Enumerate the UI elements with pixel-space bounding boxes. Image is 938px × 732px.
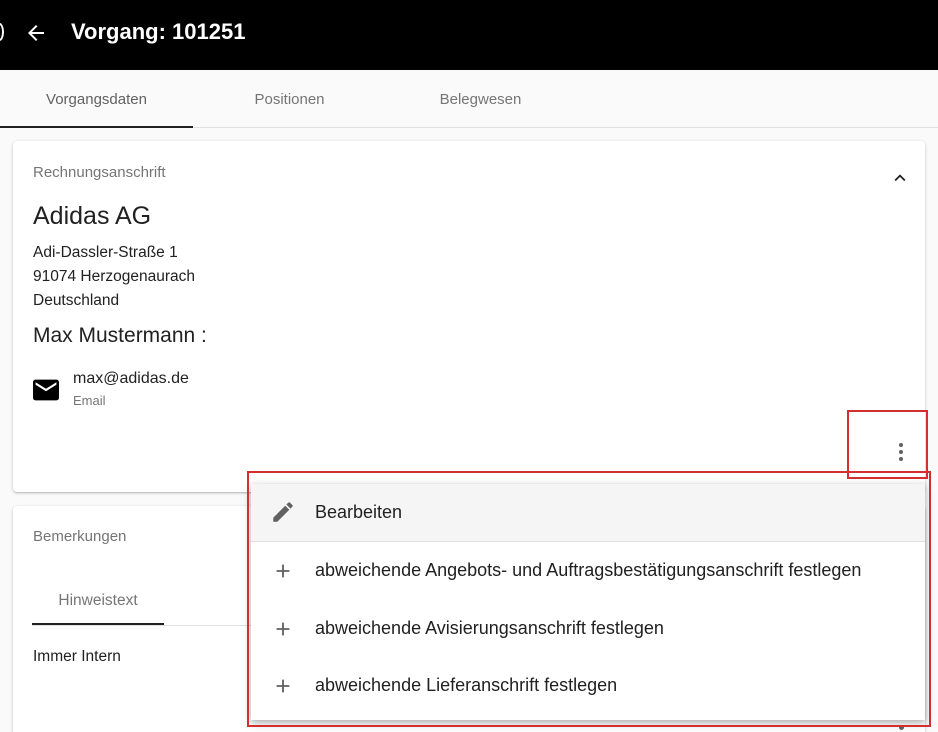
plus-icon bbox=[270, 673, 296, 699]
chevron-up-icon bbox=[894, 174, 906, 182]
back-button[interactable] bbox=[18, 15, 54, 51]
address-street: Adi-Dassler-Straße 1 bbox=[33, 244, 178, 261]
partial-icon bbox=[0, 23, 4, 41]
billing-address-label: Rechnungsanschrift bbox=[33, 164, 166, 181]
tab-vorgangsdaten[interactable]: Vorgangsdaten bbox=[0, 70, 193, 128]
mail-icon bbox=[33, 379, 59, 401]
address-country: Deutschland bbox=[33, 292, 120, 309]
tab-positionen[interactable]: Positionen bbox=[193, 70, 386, 128]
plus-icon bbox=[270, 558, 296, 584]
menu-item-label: abweichende Angebots- und Auftragsbestät… bbox=[315, 560, 862, 580]
company-name: Adidas AG bbox=[33, 202, 152, 230]
collapse-button[interactable] bbox=[889, 167, 911, 189]
email-value[interactable]: max@adidas.de bbox=[73, 370, 189, 388]
context-menu: Bearbeiten abweichende Angebots- und Auf… bbox=[251, 484, 925, 720]
more-options-button[interactable] bbox=[885, 438, 917, 466]
menu-item-bearbeiten[interactable]: Bearbeiten bbox=[251, 484, 925, 541]
more-vert-icon bbox=[899, 443, 903, 461]
contact-name: Max Mustermann : bbox=[33, 324, 207, 347]
inner-tab-indicator bbox=[32, 623, 164, 625]
tab-belegwesen[interactable]: Belegwesen bbox=[386, 70, 575, 128]
remark-text: Immer Intern bbox=[33, 648, 121, 665]
plus-icon bbox=[270, 616, 296, 642]
menu-item-label: abweichende Avisierungsanschrift festleg… bbox=[315, 618, 664, 638]
address-city: 91074 Herzogenaurach bbox=[33, 268, 196, 285]
menu-item-avisierungs-anschrift[interactable]: abweichende Avisierungsanschrift festleg… bbox=[251, 600, 925, 657]
billing-address-card: Rechnungsanschrift Adidas AG Adi-Dassler… bbox=[13, 141, 925, 492]
pencil-icon bbox=[270, 499, 296, 525]
menu-item-label: abweichende Lieferanschrift festlegen bbox=[315, 675, 618, 695]
tab-hinweistext[interactable]: Hinweistext bbox=[33, 578, 163, 624]
email-label: Email bbox=[73, 393, 106, 408]
menu-item-angebots-anschrift[interactable]: abweichende Angebots- und Auftragsbestät… bbox=[251, 542, 925, 600]
menu-item-liefer-anschrift[interactable]: abweichende Lieferanschrift festlegen bbox=[251, 657, 925, 714]
app-bar: Vorgang: 101251 bbox=[0, 0, 938, 70]
arrow-back-icon bbox=[28, 25, 44, 41]
remarks-label: Bemerkungen bbox=[33, 528, 127, 545]
page-title: Vorgang: 101251 bbox=[71, 19, 246, 44]
tab-bar: Vorgangsdaten Positionen Belegwesen bbox=[0, 70, 938, 128]
menu-item-label: Bearbeiten bbox=[315, 502, 403, 522]
more-vert-icon-partial bbox=[899, 725, 904, 730]
tab-indicator bbox=[0, 126, 193, 128]
